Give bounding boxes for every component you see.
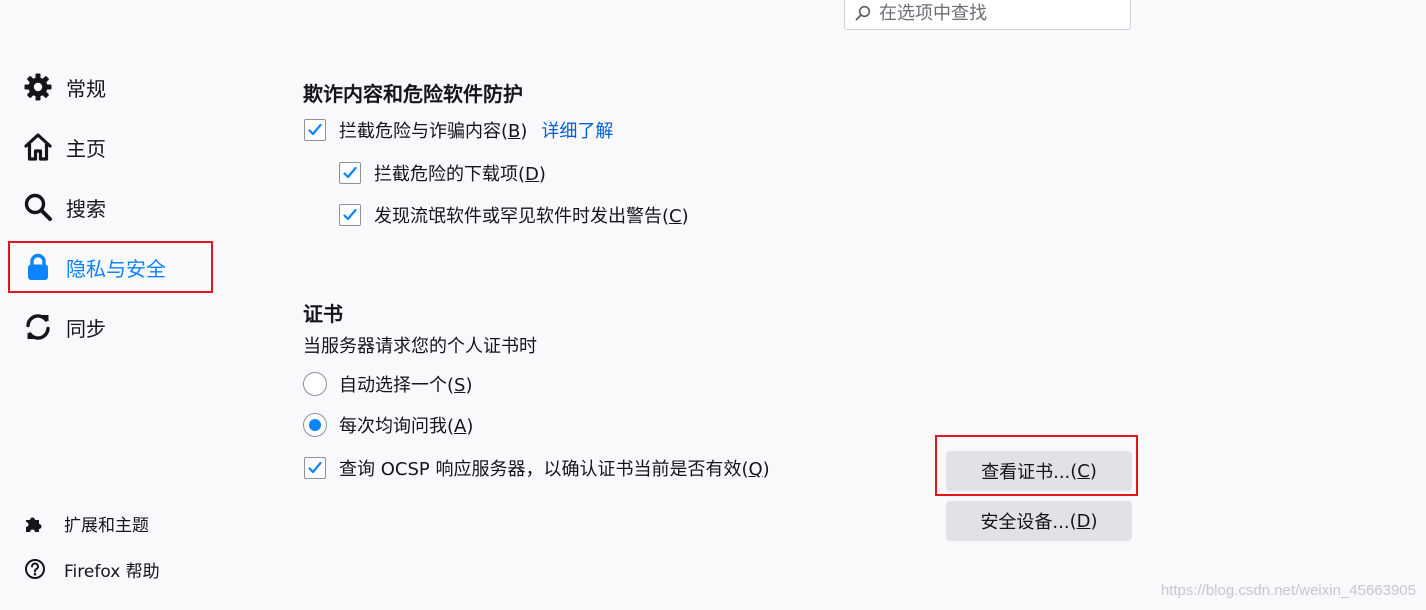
sidebar-footer-help[interactable]: Firefox 帮助 [24, 554, 160, 584]
radio-row-auto-select[interactable]: 自动选择一个(S) [303, 371, 473, 397]
checkbox-label: 查询 OCSP 响应服务器，以确认证书当前是否有效(Q) [339, 459, 770, 480]
privacy-highlight-box [8, 241, 213, 293]
checkbox-label: 拦截危险的下载项(D) [374, 164, 546, 185]
ask-every-radio[interactable] [303, 413, 327, 437]
ocsp-checkbox[interactable] [304, 457, 326, 479]
section-title-fraud: 欺诈内容和危险软件防护 [303, 82, 523, 106]
warn-unwanted-checkbox[interactable] [339, 204, 361, 226]
security-devices-button[interactable]: 安全设备...(D) [946, 501, 1132, 541]
sidebar-item-label: 搜索 [66, 196, 106, 221]
checkmark-icon [308, 123, 322, 136]
search-input[interactable] [877, 1, 1121, 25]
radio-label: 自动选择一个(S) [339, 375, 473, 396]
sync-icon [22, 311, 54, 343]
section-title-certificates: 证书 [303, 302, 343, 326]
button-label: 安全设备... [980, 512, 1070, 533]
watermark-text: https://blog.csdn.net/weixin_45663905 [1160, 582, 1416, 599]
sidebar-item-sync[interactable]: 同步 [22, 307, 106, 347]
checkbox-label: 拦截危险与诈骗内容(B) [339, 121, 528, 142]
help-icon [24, 558, 50, 580]
block-dangerous-checkbox[interactable] [304, 119, 326, 141]
gear-icon [22, 71, 54, 103]
checkbox-row-warn-unwanted[interactable]: 发现流氓软件或罕见软件时发出警告(C) [339, 202, 689, 228]
sidebar-footer-label: 扩展和主题 [64, 515, 149, 536]
auto-select-radio[interactable] [303, 372, 327, 396]
puzzle-icon [24, 513, 50, 533]
sidebar-item-search[interactable]: 搜索 [22, 187, 106, 227]
checkmark-icon [343, 208, 357, 221]
certificates-subtitle: 当服务器请求您的个人证书时 [303, 336, 537, 357]
search-icon [22, 191, 54, 223]
sidebar-footer-addons[interactable]: 扩展和主题 [24, 508, 149, 538]
sidebar-item-home[interactable]: 主页 [22, 127, 106, 167]
checkmark-icon [308, 461, 322, 474]
checkbox-row-ocsp[interactable]: 查询 OCSP 响应服务器，以确认证书当前是否有效(Q) [304, 455, 770, 481]
block-downloads-checkbox[interactable] [339, 162, 361, 184]
search-icon [855, 5, 871, 21]
sidebar-item-label: 同步 [66, 316, 106, 341]
search-field[interactable] [844, 0, 1131, 30]
checkbox-label: 发现流氓软件或罕见软件时发出警告(C) [374, 206, 689, 227]
sidebar-item-general[interactable]: 常规 [22, 67, 106, 107]
sidebar-item-label: 常规 [66, 76, 106, 101]
radio-label: 每次均询问我(A) [339, 416, 474, 437]
sidebar-footer-label: Firefox 帮助 [64, 561, 160, 582]
learn-more-link[interactable]: 详细了解 [541, 117, 613, 143]
button-accesskey: D [1076, 510, 1091, 532]
checkbox-row-block-downloads[interactable]: 拦截危险的下载项(D) [339, 160, 546, 186]
radio-row-ask-every[interactable]: 每次均询问我(A) [303, 412, 473, 438]
checkbox-row-block-dangerous[interactable]: 拦截危险与诈骗内容(B) 详细了解 [304, 117, 613, 143]
checkmark-icon [343, 166, 357, 179]
sidebar-item-label: 主页 [66, 136, 106, 161]
view-certificates-highlight-box [935, 435, 1138, 496]
home-icon [22, 131, 54, 163]
